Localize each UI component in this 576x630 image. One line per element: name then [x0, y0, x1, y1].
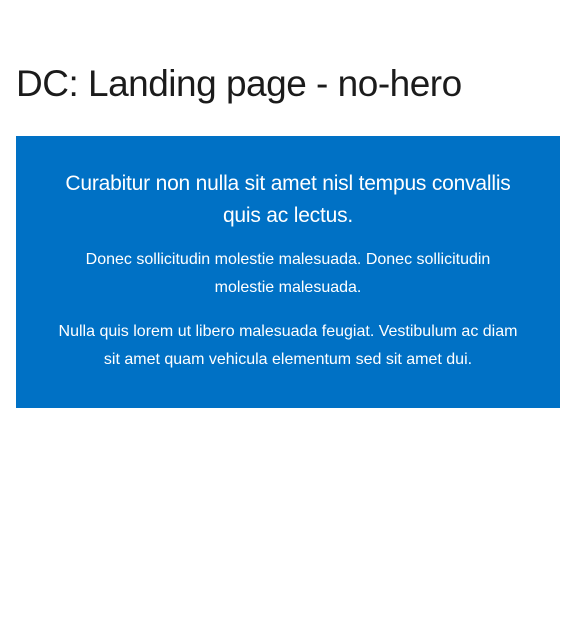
callout-paragraph-1: Donec sollicitudin molestie malesuada. D… — [85, 251, 491, 296]
callout-paragraph-2: Nulla quis lorem ut libero malesuada feu… — [58, 323, 518, 368]
callout-heading: Curabitur non nulla sit amet nisl tempus… — [65, 172, 511, 227]
callout-banner: Curabitur non nulla sit amet nisl tempus… — [16, 136, 560, 408]
page-title: DC: Landing page - no-hero — [16, 63, 462, 104]
